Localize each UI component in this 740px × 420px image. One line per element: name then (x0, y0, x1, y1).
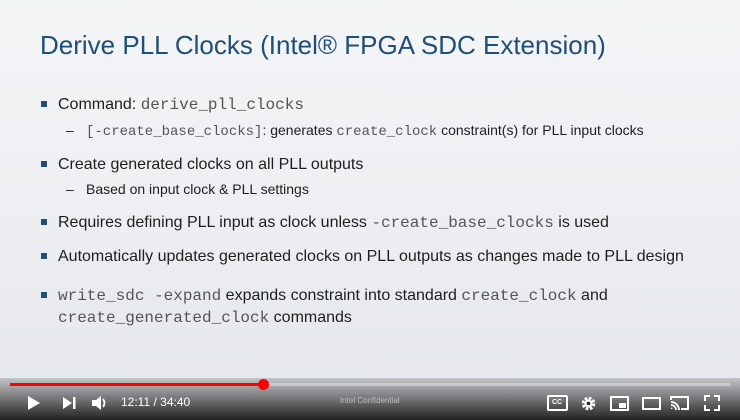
volume-button[interactable] (90, 392, 110, 414)
theater-mode-button[interactable] (640, 392, 662, 414)
code-create-clock: create_clock (336, 124, 438, 140)
subbullet-create-base-clocks: [-create_base_clocks]: generates create_… (40, 121, 710, 141)
captions-button[interactable]: CC (546, 392, 568, 414)
fullscreen-button[interactable] (702, 392, 722, 414)
next-icon (62, 396, 76, 410)
code-create-base-clocks-option: [-create_base_clocks] (86, 124, 263, 140)
play-icon (27, 395, 41, 411)
slide-title: Derive PLL Clocks (Intel® FPGA SDC Exten… (40, 30, 606, 60)
cast-button[interactable] (668, 392, 690, 414)
video-player[interactable]: Derive PLL Clocks (Intel® FPGA SDC Exten… (0, 0, 740, 420)
code-create-generated-clock: create_generated_clock (58, 309, 270, 327)
code-derive-pll-clocks: derive_pll_clocks (140, 96, 304, 114)
play-button[interactable] (24, 392, 44, 414)
bullet-requires-pll-input: Requires defining PLL input as clock unl… (40, 212, 710, 234)
code-write-sdc-expand: write_sdc -expand (58, 287, 222, 305)
scrubber-handle[interactable] (257, 379, 269, 390)
bullet-write-sdc: write_sdc -expand expands constraint int… (40, 285, 710, 329)
subbullet-input-clock-settings: Based on input clock & PLL settings (40, 180, 710, 198)
code-create-clock-2: create_clock (461, 287, 577, 305)
confidential-watermark: Intel Confidential (340, 396, 400, 405)
theater-icon (641, 396, 661, 410)
bullet-auto-updates: Automatically updates generated clocks o… (40, 246, 710, 267)
cast-icon (669, 395, 689, 411)
bullet-list: Command: derive_pll_clocks [-create_base… (40, 94, 710, 329)
code-create-base-clocks: -create_base_clocks (371, 214, 554, 232)
next-button[interactable] (60, 392, 78, 414)
miniplayer-button[interactable] (608, 392, 630, 414)
progress-bar[interactable] (10, 379, 730, 390)
slide: Derive PLL Clocks (Intel® FPGA SDC Exten… (0, 0, 740, 420)
volume-icon (91, 395, 109, 411)
captions-icon: CC (546, 395, 568, 411)
fullscreen-icon (704, 395, 720, 411)
bullet-generated-clocks: Create generated clocks on all PLL outpu… (40, 154, 710, 175)
time-display: 12:11 / 34:40 (121, 395, 191, 409)
gear-icon (580, 395, 597, 412)
miniplayer-icon (609, 395, 629, 411)
settings-button[interactable] (578, 392, 598, 414)
bullet-command: Command: derive_pll_clocks (40, 94, 710, 116)
progress-played (10, 383, 263, 386)
